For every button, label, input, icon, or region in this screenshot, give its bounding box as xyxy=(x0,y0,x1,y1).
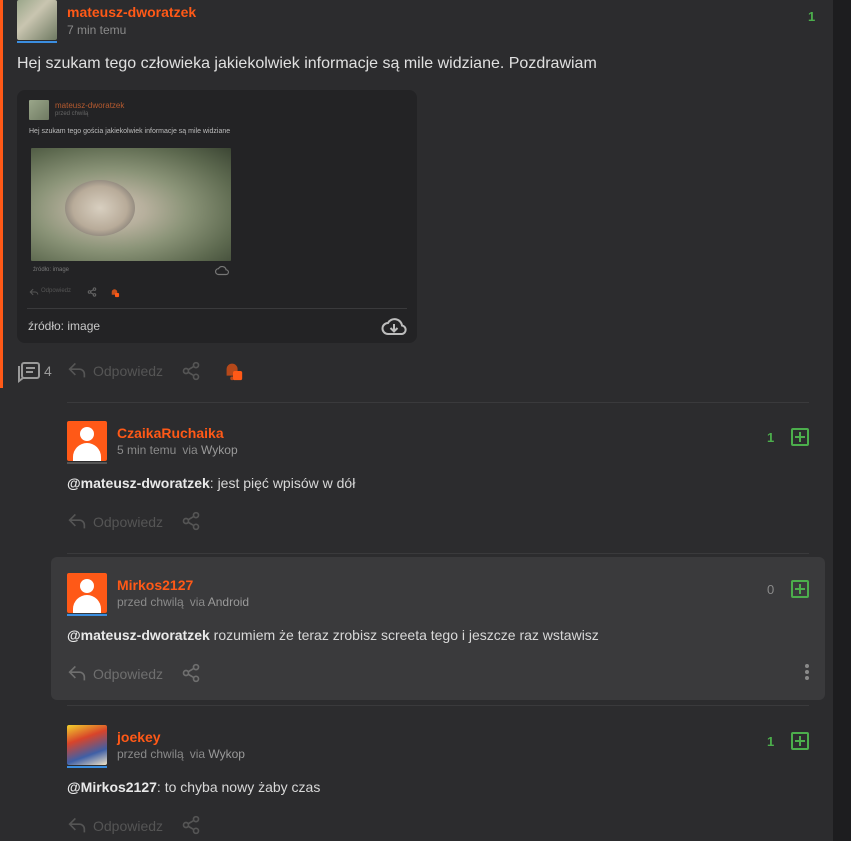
comment-body: @mateusz-dworatzek rozumiem że teraz zro… xyxy=(67,627,599,643)
comment-text: : to chyba nowy żaby czas xyxy=(156,779,321,795)
comment-vote-count: 1 xyxy=(767,734,775,749)
new-entry-accent-bar xyxy=(0,0,3,388)
comment-divider xyxy=(67,553,809,554)
comment-author-name[interactable]: CzaikaRuchaika xyxy=(117,425,224,441)
reply-icon[interactable] xyxy=(67,361,87,379)
comments-divider xyxy=(67,402,809,403)
embedded-source-label[interactable]: źródło: image xyxy=(28,319,100,333)
post-author-name[interactable]: mateusz-dworatzek xyxy=(67,4,196,20)
avatar-underline xyxy=(17,41,57,43)
comment-text: rozumiem że teraz zrobisz screeta tego i… xyxy=(209,627,599,643)
cloud-download-icon[interactable] xyxy=(381,318,407,336)
avatar-underline xyxy=(67,462,107,464)
post-reply-button[interactable]: Odpowiedz xyxy=(93,363,163,379)
right-gutter xyxy=(833,0,851,841)
comments-count[interactable]: 4 xyxy=(44,363,52,379)
embedded-photo xyxy=(31,148,231,261)
comment-time: przed chwilą via Android xyxy=(117,595,249,609)
avatar-underline xyxy=(67,614,107,616)
embedded-username: mateusz-dworatzek xyxy=(55,101,125,110)
mention-link[interactable]: @mateusz-dworatzek xyxy=(67,475,210,491)
comment-avatar[interactable] xyxy=(67,573,107,613)
avatar-underline xyxy=(67,766,107,768)
comment-text: : jest pięć wpisów w dół xyxy=(209,475,356,491)
comments-icon[interactable] xyxy=(17,361,41,383)
embedded-source: źródło: image xyxy=(33,267,70,273)
embedded-share-icon xyxy=(87,287,97,297)
comment-reply-button[interactable]: Odpowiedz xyxy=(93,514,163,530)
reply-icon[interactable] xyxy=(67,816,87,834)
embedded-time: przed chwilą xyxy=(55,111,89,117)
via-label: via xyxy=(189,747,206,761)
post-body: Hej szukam tego człowieka jakiekolwiek i… xyxy=(17,55,597,72)
comment-timestamp[interactable]: przed chwilą xyxy=(117,595,184,609)
embedded-avatar xyxy=(29,100,49,120)
embedded-cloud-icon xyxy=(215,266,229,276)
comment-timestamp[interactable]: przed chwilą xyxy=(117,747,184,761)
embedded-reply-icon xyxy=(29,288,39,296)
comment-body: @mateusz-dworatzek: jest pięć wpisów w d… xyxy=(67,475,355,491)
mention-link[interactable]: @mateusz-dworatzek xyxy=(67,627,210,643)
comment-vote-count: 0 xyxy=(767,582,775,597)
comment-time: 5 min temu via Wykop xyxy=(117,443,238,457)
comment-author-name[interactable]: joekey xyxy=(117,729,161,745)
via-label: via xyxy=(182,443,198,457)
entry-column: mateusz-dworatzek 7 min temu 1 Hej szuka… xyxy=(0,0,833,841)
comment-timestamp[interactable]: 5 min temu xyxy=(117,443,176,457)
plus-icon[interactable] xyxy=(791,732,809,750)
comment-avatar[interactable] xyxy=(67,725,107,765)
via-client[interactable]: Wykop xyxy=(208,747,245,761)
embedded-text: Hej szukam tego gościa jakiekolwiek info… xyxy=(29,128,231,135)
share-icon[interactable] xyxy=(181,361,201,381)
comment-author-name[interactable]: Mirkos2127 xyxy=(117,577,193,593)
kebab-menu-icon[interactable] xyxy=(805,664,809,680)
embedded-divider xyxy=(27,308,407,309)
comment-avatar[interactable] xyxy=(67,421,107,461)
reply-icon[interactable] xyxy=(67,512,87,530)
comment-divider xyxy=(67,705,809,706)
post-time[interactable]: 7 min temu xyxy=(67,23,126,37)
comment-vote-count: 1 xyxy=(767,430,775,445)
embedded-reply-label: Odpowiedz xyxy=(41,288,72,294)
comment-reply-button[interactable]: Odpowiedz xyxy=(93,818,163,834)
reply-icon[interactable] xyxy=(67,664,87,682)
plus-icon[interactable] xyxy=(791,580,809,598)
share-icon[interactable] xyxy=(181,815,201,835)
share-icon[interactable] xyxy=(181,511,201,531)
bell-icon[interactable] xyxy=(222,360,244,382)
share-icon[interactable] xyxy=(181,663,201,683)
comment-reply-button[interactable]: Odpowiedz xyxy=(93,666,163,682)
via-label: via xyxy=(189,595,206,609)
embedded-bell-icon xyxy=(111,289,120,298)
mention-link[interactable]: @Mirkos2127 xyxy=(67,779,157,795)
comment-body: @Mirkos2127: to chyba nowy żaby czas xyxy=(67,779,320,795)
embedded-image[interactable]: mateusz-dworatzek przed chwilą Hej szuka… xyxy=(17,90,417,343)
plus-icon[interactable] xyxy=(791,428,809,446)
via-client[interactable]: Android xyxy=(208,595,249,609)
post-vote-count: 1 xyxy=(808,9,816,24)
embedded-face xyxy=(65,180,135,236)
via-client[interactable]: Wykop xyxy=(201,443,238,457)
post-author-avatar[interactable] xyxy=(17,0,57,40)
comment-time: przed chwilą via Wykop xyxy=(117,747,245,761)
